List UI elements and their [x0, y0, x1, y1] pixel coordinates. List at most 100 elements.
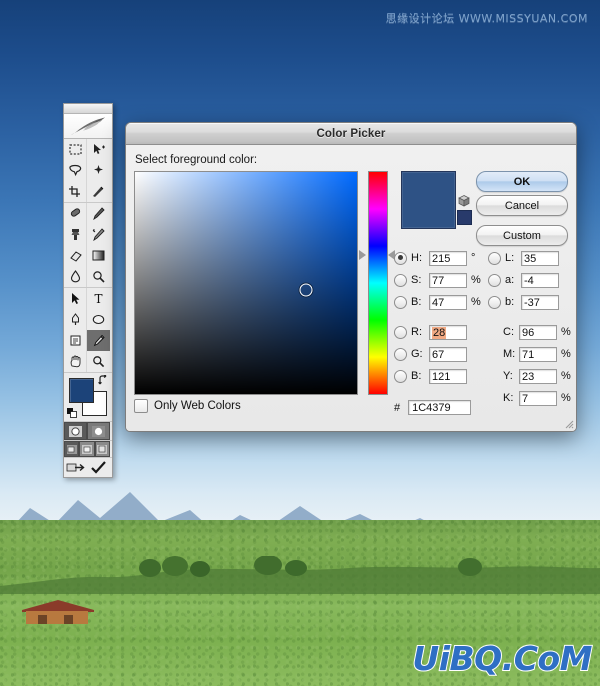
yellow-unit: %	[561, 370, 571, 382]
tool-lasso[interactable]	[64, 160, 87, 181]
lab-a-input[interactable]: -4	[521, 272, 559, 288]
web-safe-warning-cube-icon[interactable]	[458, 195, 470, 207]
saturation-brightness-field[interactable]	[134, 171, 358, 395]
tool-magic-wand[interactable]	[87, 160, 110, 181]
red-input[interactable]: 28	[429, 324, 467, 340]
field-row-lab-a: a: -4	[488, 271, 559, 289]
saturation-radio[interactable]	[394, 273, 407, 287]
saturation-input[interactable]: 77	[429, 272, 467, 288]
tool-shape[interactable]	[87, 309, 110, 330]
brightness-input[interactable]: 47	[429, 294, 467, 310]
green-input[interactable]: 67	[429, 346, 467, 362]
tool-healing-brush[interactable]	[64, 203, 87, 224]
field-row-cyan: C: 96 %	[503, 323, 573, 341]
tool-eraser[interactable]	[64, 245, 87, 266]
hue-slider[interactable]	[368, 171, 388, 395]
standard-mode-button[interactable]	[64, 422, 87, 440]
red-value: 28	[432, 326, 447, 339]
nearest-web-color-swatch[interactable]	[457, 210, 472, 225]
field-row-hue: H: 215 °	[394, 249, 483, 267]
color-picker-dialog[interactable]: Color Picker Select foreground color: OK…	[125, 122, 577, 432]
lab-b-input[interactable]: -37	[521, 294, 559, 310]
dialog-title: Color Picker	[316, 127, 386, 140]
full-screen-menubar-mode-button[interactable]	[79, 441, 95, 457]
watermark-top: 思缘设计论坛 WWW.MISSYUAN.COM	[385, 12, 588, 25]
standard-screen-mode-button[interactable]	[64, 441, 80, 457]
tool-gradient[interactable]	[87, 245, 110, 266]
dialog-titlebar[interactable]: Color Picker	[126, 123, 576, 145]
field-row-lightness: L: 35	[488, 249, 559, 267]
tool-history-brush[interactable]	[87, 224, 110, 245]
lab-b-label: b:	[505, 296, 515, 308]
tool-type[interactable]: T	[87, 288, 110, 309]
tool-move[interactable]	[87, 139, 110, 160]
tool-notes[interactable]	[64, 330, 87, 351]
blue-input[interactable]: 121	[429, 368, 467, 384]
color-swatches[interactable]	[64, 373, 112, 422]
tool-dodge[interactable]	[87, 266, 110, 287]
tool-pen[interactable]	[64, 309, 87, 330]
ok-button[interactable]: OK	[476, 171, 568, 192]
watermark-bottom: UiBQ.CoM	[411, 638, 593, 679]
magenta-unit: %	[561, 348, 571, 360]
saturation-unit: %	[471, 274, 481, 286]
screen-modes	[64, 441, 112, 458]
blue-label: B:	[411, 370, 422, 382]
tool-brush[interactable]	[87, 203, 110, 224]
hue-input[interactable]: 215	[429, 250, 467, 266]
full-screen-mode-button[interactable]	[94, 441, 110, 457]
select-color-label: Select foreground color:	[135, 154, 258, 166]
tool-eyedropper[interactable]	[87, 330, 110, 351]
foreground-color-swatch[interactable]	[69, 378, 94, 403]
magenta-input[interactable]: 71	[519, 346, 557, 362]
tool-crop[interactable]	[64, 181, 87, 202]
only-web-colors-row[interactable]: Only Web Colors	[134, 399, 241, 413]
dialog-body: Select foreground color: OK Cancel Custo…	[126, 145, 576, 431]
yellow-input[interactable]: 23	[519, 368, 557, 384]
black-label: K:	[503, 392, 514, 404]
imageready-check-icon[interactable]	[87, 458, 110, 477]
tool-path-selection[interactable]	[64, 288, 87, 309]
toolbar-drag-handle[interactable]	[64, 104, 112, 114]
lightness-label: L:	[505, 252, 515, 264]
custom-button[interactable]: Custom	[476, 225, 568, 246]
red-radio[interactable]	[394, 325, 407, 339]
field-row-saturation: S: 77 %	[394, 271, 483, 289]
tool-zoom[interactable]	[87, 351, 110, 372]
hex-input[interactable]: 1C4379	[408, 400, 472, 415]
hex-label: #	[394, 401, 401, 414]
brightness-radio[interactable]	[394, 295, 407, 309]
tool-clone-stamp[interactable]	[64, 224, 87, 245]
magenta-label: M:	[503, 348, 516, 360]
photoshop-toolbar[interactable]: T	[63, 103, 113, 478]
field-row-yellow: Y: 23 %	[503, 367, 573, 385]
field-row-brightness: B: 47 %	[394, 293, 483, 311]
brightness-label: B:	[411, 296, 422, 308]
jump-to-bar	[64, 458, 112, 477]
default-colors-icon[interactable]	[67, 408, 77, 418]
quick-mask-mode-button[interactable]	[87, 422, 110, 440]
only-web-colors-label: Only Web Colors	[154, 400, 241, 412]
tool-blur[interactable]	[64, 266, 87, 287]
lightness-radio[interactable]	[488, 251, 501, 265]
only-web-colors-checkbox[interactable]	[134, 399, 148, 413]
toolbar-group-retouch	[64, 203, 112, 288]
tool-slice[interactable]	[87, 181, 110, 202]
green-radio[interactable]	[394, 347, 407, 361]
cyan-input[interactable]: 96	[519, 324, 557, 340]
lab-b-radio[interactable]	[488, 295, 501, 309]
hue-radio[interactable]	[394, 251, 407, 265]
lightness-input[interactable]: 35	[521, 250, 559, 266]
tool-marquee[interactable]	[64, 139, 87, 160]
green-label: G:	[411, 348, 423, 360]
blue-radio[interactable]	[394, 369, 407, 383]
cancel-button[interactable]: Cancel	[476, 195, 568, 216]
color-selection-marker[interactable]	[299, 283, 313, 297]
lab-a-radio[interactable]	[488, 273, 501, 287]
swap-colors-icon[interactable]	[98, 375, 109, 386]
black-input[interactable]: 7	[519, 390, 557, 406]
tool-hand[interactable]	[64, 351, 87, 372]
dialog-resize-grip[interactable]	[562, 417, 574, 429]
toolbar-group-vector: T	[64, 288, 112, 373]
jump-to-imageready-button[interactable]	[64, 458, 87, 477]
